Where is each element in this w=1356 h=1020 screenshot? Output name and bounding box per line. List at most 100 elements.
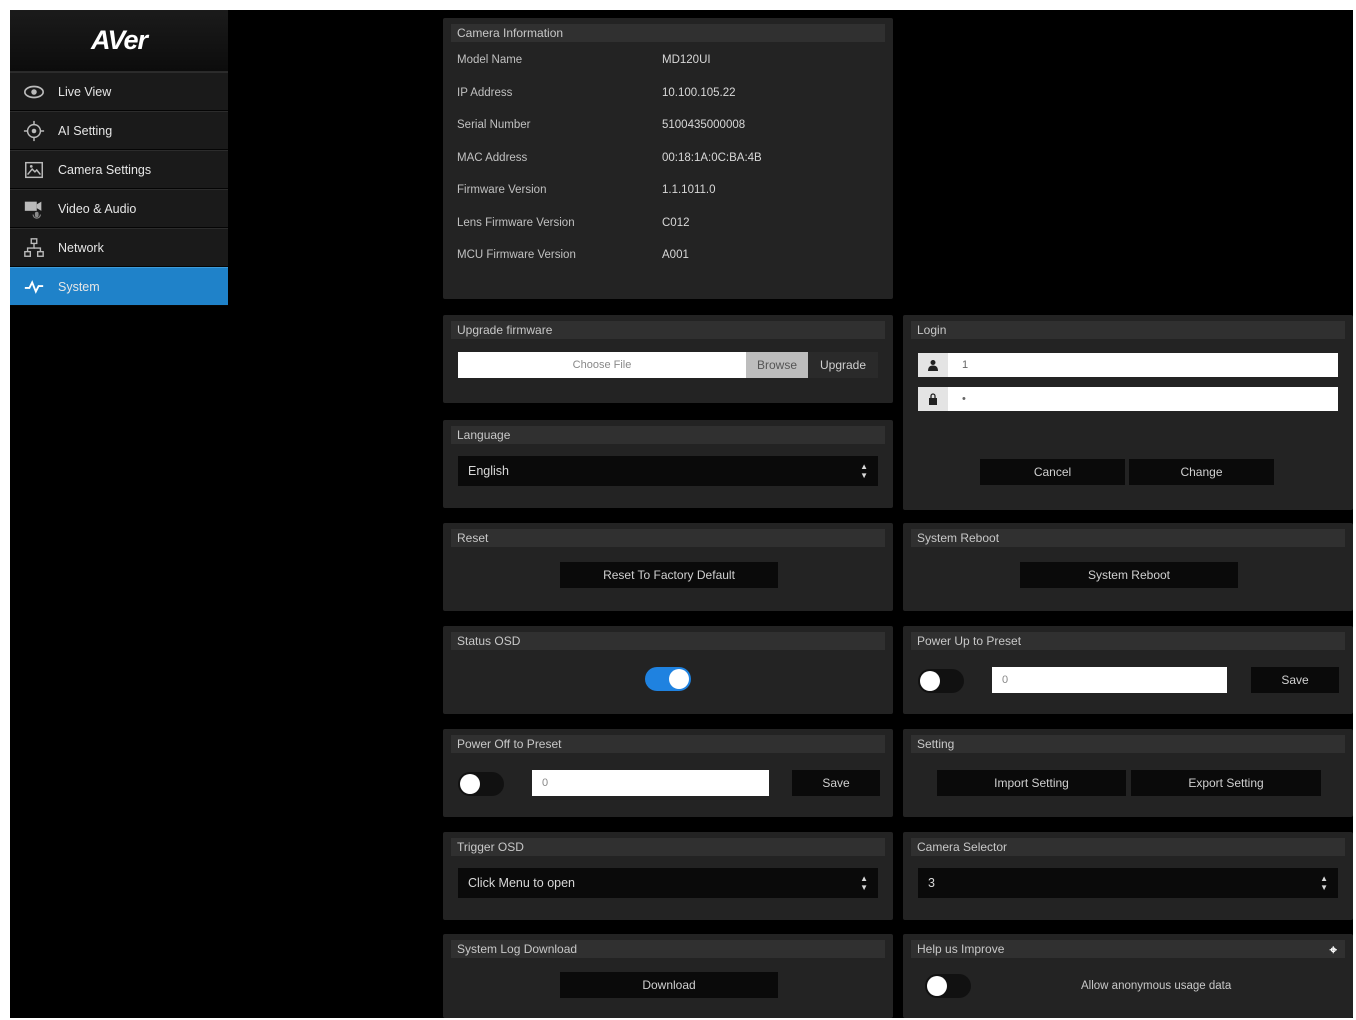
panel-title: Camera Selector [911,838,1345,856]
language-select[interactable]: English ▲ ▼ [458,456,878,486]
toggle-knob [669,669,689,689]
info-row: Model Name MD120UI [451,44,885,77]
video-audio-icon [10,198,58,220]
panel-title: Power Off to Preset [451,735,885,753]
network-icon [10,237,58,259]
power-up-toggle[interactable] [918,669,964,693]
status-osd-toggle[interactable] [645,667,691,691]
power-up-preset-input[interactable]: 0 [992,667,1227,693]
allow-anonymous-label: Allow anonymous usage data [1081,980,1232,992]
select-arrow-icon: ▲ ▼ [860,874,868,892]
import-setting-button[interactable]: Import Setting [937,770,1126,796]
help-improve-toggle[interactable] [925,974,971,998]
reset-factory-button[interactable]: Reset To Factory Default [560,562,778,588]
sidebar-item-label: Live View [58,84,112,99]
upgrade-firmware-panel: Upgrade firmware Choose File Browse Upgr… [443,315,893,403]
info-row: Firmware Version 1.1.1011.0 [451,174,885,207]
change-button[interactable]: Change [1129,459,1274,485]
panel-title: Setting [911,735,1345,753]
login-panel: Login 1 • Cancel Change [903,315,1353,510]
expand-icon[interactable]: ⌖ [1330,941,1337,959]
panel-title: Status OSD [451,632,885,650]
power-off-preset-panel: Power Off to Preset 0 Save [443,729,893,817]
logo-text: AVer [90,25,148,55]
reset-panel: Reset Reset To Factory Default [443,523,893,611]
cancel-button[interactable]: Cancel [980,459,1125,485]
system-reboot-panel: System Reboot System Reboot [903,523,1353,611]
download-button[interactable]: Download [560,972,778,998]
info-value: MD120UI [662,54,711,67]
camera-info-panel: Camera Information Model Name MD120UI IP … [443,18,893,299]
lock-icon [918,387,948,411]
password-value: • [962,393,966,405]
sidebar-item-label: Camera Settings [58,162,152,177]
panel-title: Trigger OSD [451,838,885,856]
pulse-icon [10,276,58,298]
trigger-osd-select[interactable]: Click Menu to open ▲ ▼ [458,868,878,898]
info-label: Model Name [457,54,523,67]
sidebar-item-live-view[interactable]: Live View [10,72,228,111]
upgrade-button[interactable]: Upgrade [808,352,878,378]
info-label: Serial Number [457,119,531,132]
panel-title: Language [451,426,885,444]
username-field[interactable]: 1 [918,353,1338,377]
info-row: IP Address 10.100.105.22 [451,77,885,110]
preset-value: 0 [1002,674,1009,686]
file-input[interactable]: Choose File [458,352,746,378]
info-value: 10.100.105.22 [662,86,736,99]
trigger-osd-panel: Trigger OSD Click Menu to open ▲ ▼ [443,832,893,920]
info-value: A001 [662,249,689,262]
sidebar-item-label: System [58,279,100,294]
toggle-knob [927,976,947,996]
panel-title: System Log Download [451,940,885,958]
info-label: MCU Firmware Version [457,249,576,262]
power-off-save-button[interactable]: Save [792,770,880,796]
password-field[interactable]: • [918,387,1338,411]
info-label: IP Address [457,86,513,99]
export-setting-button[interactable]: Export Setting [1131,770,1321,796]
system-reboot-button[interactable]: System Reboot [1020,562,1238,588]
user-icon [918,353,948,377]
info-value: 1.1.1011.0 [662,184,716,197]
language-panel: Language English ▲ ▼ [443,420,893,508]
toggle-knob [920,671,940,691]
eye-icon [10,81,58,103]
info-value: 00:18:1A:0C:BA:4B [662,151,762,164]
select-arrow-icon: ▲ ▼ [1320,874,1328,892]
camera-selector-panel: Camera Selector 3 ▲ ▼ [903,832,1353,920]
power-up-save-button[interactable]: Save [1251,667,1339,693]
camera-selector-value: 3 [928,876,935,890]
setting-panel: Setting Import Setting Export Setting [903,729,1353,817]
info-row: MAC Address 00:18:1A:0C:BA:4B [451,142,885,175]
info-value: C012 [662,216,690,229]
panel-title: Camera Information [451,24,885,42]
power-off-toggle[interactable] [458,772,504,796]
sidebar-item-label: AI Setting [58,123,113,138]
info-value: 5100435000008 [662,119,746,132]
browse-button[interactable]: Browse [746,352,808,378]
info-label: MAC Address [457,151,528,164]
panel-title: Help us Improve ⌖ [911,940,1345,958]
brand-logo: AVer [10,10,228,72]
sidebar-item-label: Video & Audio [58,201,137,216]
image-icon [10,159,58,181]
trigger-osd-value: Click Menu to open [468,876,576,890]
ai-target-icon [10,120,58,142]
file-placeholder: Choose File [572,359,632,371]
sidebar-item-network[interactable]: Network [10,228,228,267]
status-osd-panel: Status OSD [443,626,893,714]
sidebar-item-label: Network [58,240,104,255]
sidebar-item-camera-settings[interactable]: Camera Settings [10,150,228,189]
power-off-preset-input[interactable]: 0 [532,770,769,796]
camera-selector-select[interactable]: 3 ▲ ▼ [918,868,1338,898]
sidebar-item-ai-setting[interactable]: AI Setting [10,111,228,150]
username-value: 1 [962,359,969,371]
sidebar-item-video-audio[interactable]: Video & Audio [10,189,228,228]
sidebar-item-system[interactable]: System [10,267,228,306]
panel-title: Upgrade firmware [451,321,885,339]
panel-title: Power Up to Preset [911,632,1345,650]
help-improve-panel: Help us Improve ⌖ Allow anonymous usage … [903,934,1353,1018]
panel-title: Reset [451,529,885,547]
select-arrow-icon: ▲ ▼ [860,462,868,480]
language-value: English [468,464,509,478]
